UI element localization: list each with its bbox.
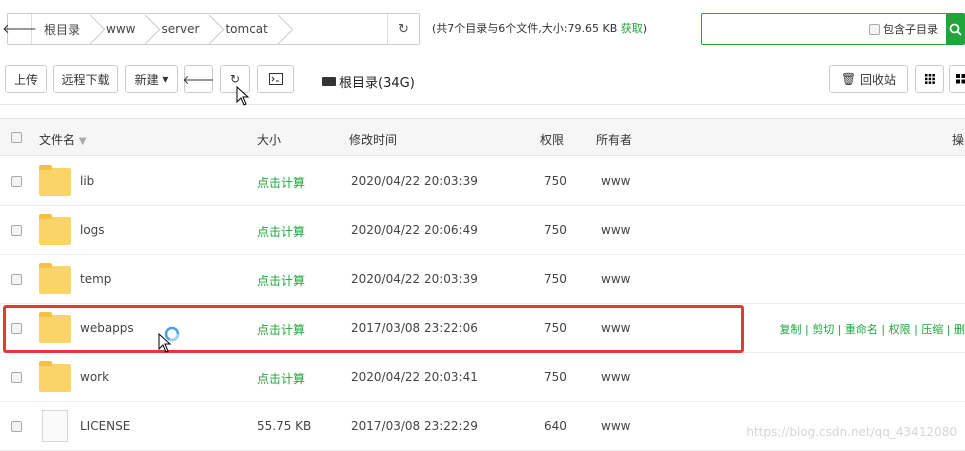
file-icon [42, 410, 68, 442]
upload-button[interactable]: 上传 [5, 65, 47, 93]
watermark: https://blog.csdn.net/qq_43412080 [746, 425, 957, 439]
search-box: 包含子目录 [701, 13, 965, 45]
sort-caret-icon: ▼ [78, 136, 87, 147]
modified-time: 2017/03/08 23:22:29 [351, 419, 478, 433]
row-checkbox[interactable] [11, 323, 22, 334]
table-row[interactable]: lib 点击计算 2020/04/22 20:03:39 750 www [0, 157, 965, 206]
owner[interactable]: www [601, 223, 630, 237]
owner[interactable]: www [601, 272, 630, 286]
folder-icon [39, 312, 71, 343]
caret-down-icon: ▾ [162, 72, 169, 86]
modified-time: 2020/04/22 20:03:41 [351, 370, 478, 384]
calc-size-link[interactable]: 点击计算 [257, 370, 305, 387]
file-name[interactable]: webapps [80, 321, 134, 335]
recycle-bin-button[interactable]: 🗑 回收站 [829, 65, 908, 93]
folder-icon [39, 263, 71, 294]
header-permission[interactable]: 权限 [540, 131, 564, 148]
back-button[interactable]: 🡐 [2, 14, 37, 44]
calc-size-link[interactable]: 点击计算 [257, 321, 305, 338]
header-filename[interactable]: 文件名 ▼ [39, 131, 87, 148]
row-checkbox[interactable] [11, 372, 22, 383]
table-row[interactable]: work 点击计算 2020/04/22 20:03:41 750 www [0, 353, 965, 402]
terminal-icon [268, 73, 283, 85]
permission[interactable]: 750 [544, 370, 567, 384]
file-name[interactable]: temp [80, 272, 111, 286]
new-dropdown-button[interactable]: 新建 ▾ [125, 65, 178, 93]
modified-time: 2020/04/22 20:03:39 [351, 174, 478, 188]
file-name[interactable]: LICENSE [80, 419, 130, 433]
toolbar-divider [0, 104, 965, 105]
header-mtime[interactable]: 修改时间 [349, 131, 397, 148]
include-subdir-checkbox[interactable]: 包含子目录 [869, 21, 938, 37]
grid-view-button[interactable] [915, 65, 944, 93]
file-name[interactable]: logs [80, 223, 105, 237]
modified-time: 2020/04/22 20:06:49 [351, 223, 478, 237]
refresh-icon: ↻ [229, 72, 241, 86]
row-checkbox[interactable] [11, 225, 22, 236]
remote-download-button[interactable]: 远程下载 [53, 65, 118, 93]
search-button[interactable] [946, 14, 964, 44]
file-size: 55.75 KB [257, 419, 312, 433]
terminal-button[interactable] [257, 65, 294, 93]
loading-spinner-icon [164, 326, 180, 342]
permission[interactable]: 640 [544, 419, 567, 433]
table-header: 文件名 ▼ 大小 修改时间 权限 所有者 操 [0, 118, 965, 156]
grid-view-icon [924, 74, 935, 84]
search-icon [949, 23, 962, 36]
refresh-icon: ↻ [398, 21, 409, 37]
search-input[interactable] [702, 14, 869, 44]
calc-size-link[interactable]: 点击计算 [257, 272, 305, 289]
owner[interactable]: www [601, 370, 630, 384]
owner[interactable]: www [601, 419, 630, 433]
breadcrumb: 🡐 根目录 www server tomcat ↻ [2, 13, 420, 45]
mouse-pointer-icon [236, 86, 250, 106]
folder-icon [39, 361, 71, 392]
table-row[interactable]: temp 点击计算 2020/04/22 20:03:39 750 www [0, 255, 965, 304]
breadcrumb-item-root[interactable]: 根目录 [32, 14, 94, 44]
owner[interactable]: www [601, 174, 630, 188]
table-row[interactable]: logs 点击计算 2020/04/22 20:06:49 750 www [0, 206, 965, 255]
row-checkbox[interactable] [11, 421, 22, 432]
header-operations: 操 [952, 133, 965, 147]
list-view-icon [955, 74, 965, 84]
row-operations[interactable]: 复制 | 剪切 | 重命名 | 权限 | 压缩 | 删 [780, 321, 965, 337]
list-view-button[interactable] [949, 65, 965, 93]
calc-size-link[interactable]: 点击计算 [257, 223, 305, 240]
folder-icon [39, 214, 71, 245]
row-checkbox[interactable] [11, 176, 22, 187]
get-size-link[interactable]: 获取 [621, 22, 643, 35]
permission[interactable]: 750 [544, 174, 567, 188]
file-name[interactable]: work [80, 370, 109, 384]
toolbar: 上传 远程下载 新建 ▾ 🡐 ↻ 根目录(34G) 🗑 回收站 [0, 64, 965, 94]
row-checkbox[interactable] [11, 274, 22, 285]
table-row[interactable]: webapps 点击计算 2017/03/08 23:22:06 750 www… [0, 304, 965, 353]
arrow-left-icon: 🡐 [182, 72, 215, 87]
modified-time: 2020/04/22 20:03:39 [351, 272, 478, 286]
breadcrumb-refresh-button[interactable]: ↻ [387, 14, 419, 44]
calc-size-link[interactable]: 点击计算 [257, 174, 305, 191]
permission[interactable]: 750 [544, 272, 567, 286]
permission[interactable]: 750 [544, 223, 567, 237]
hard-disk-icon [322, 77, 336, 86]
select-all-checkbox[interactable] [11, 132, 22, 143]
back-button[interactable]: 🡐 [182, 65, 215, 93]
header-size[interactable]: 大小 [257, 131, 281, 148]
trash-icon: 🗑 [840, 72, 857, 86]
file-name[interactable]: lib [80, 174, 94, 188]
folder-icon [39, 165, 71, 196]
header-owner[interactable]: 所有者 [596, 131, 632, 148]
disk-info[interactable]: 根目录(34G) [322, 72, 415, 91]
permission[interactable]: 750 [544, 321, 567, 335]
checkbox-icon [869, 23, 880, 35]
modified-time: 2017/03/08 23:22:06 [351, 321, 478, 335]
directory-summary: (共7个目录与6个文件,大小:79.65 KB 获取) [432, 22, 648, 35]
owner[interactable]: www [601, 321, 630, 335]
